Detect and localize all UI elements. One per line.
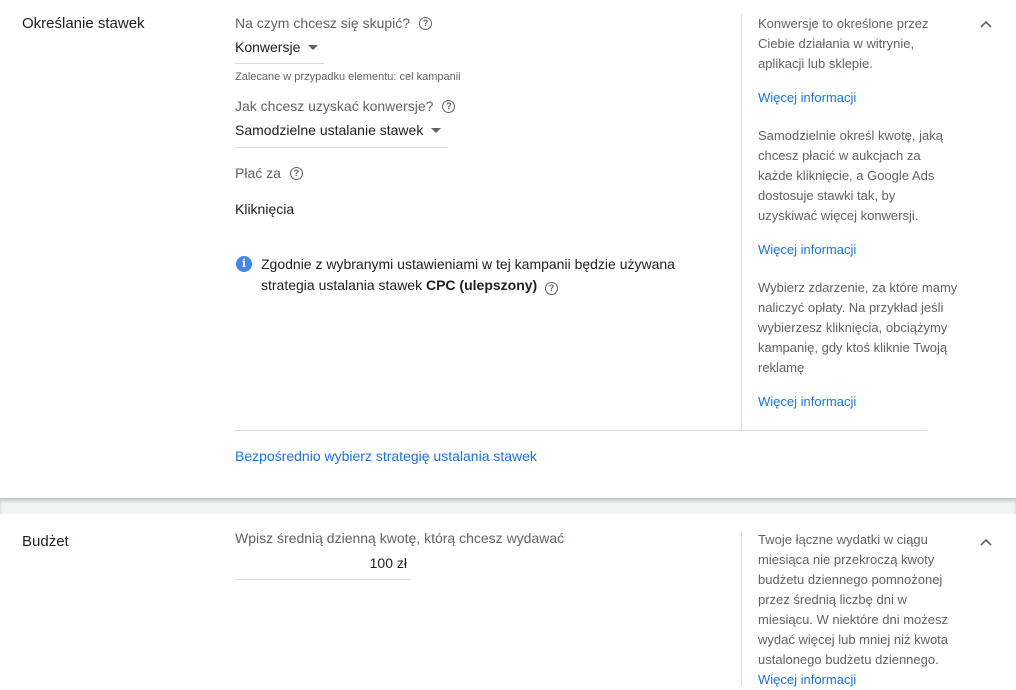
bidding-section-title: Określanie stawek	[22, 15, 145, 32]
strategy-name: CPC (ulepszony)	[425, 277, 538, 293]
learn-more-link[interactable]: Więcej informacji	[758, 90, 856, 105]
info-icon: i	[236, 256, 252, 272]
how-dropdown-underline	[235, 147, 448, 148]
help-circle-icon[interactable]: ?	[442, 99, 456, 113]
side-help-budget-text: Twoje łączne wydatki w ciągu miesiąca ni…	[758, 532, 949, 667]
section-divider	[235, 430, 927, 431]
budget-input-underline	[235, 579, 411, 580]
pay-value: Kliknięcia	[235, 201, 295, 217]
focus-dropdown-value: Konwersje	[235, 39, 301, 55]
how-label-text: Jak chcesz uzyskać konwersje?	[235, 98, 434, 114]
focus-dropdown[interactable]: Konwersje	[235, 39, 319, 55]
budget-input-label: Wpisz średnią dzienną kwotę, którą chces…	[235, 530, 565, 546]
chevron-up-icon[interactable]	[980, 19, 992, 31]
direct-strategy-link[interactable]: Bezpośrednio wybierz strategię ustalania…	[235, 448, 537, 464]
strategy-info: i Zgodnie z wybranymi ustawieniami w tej…	[236, 254, 706, 296]
side-help-conversions: Konwersje to określone przez Ciebie dzia…	[758, 16, 929, 71]
focus-label-text: Na czym chcesz się skupić?	[235, 15, 411, 31]
help-circle-icon[interactable]: ?	[419, 16, 433, 30]
pay-label-text: Płać za	[235, 165, 281, 181]
help-circle-icon[interactable]: ?	[289, 166, 303, 180]
focus-hint: Zalecane w przypadku elementu: cel kampa…	[235, 71, 461, 83]
how-dropdown-value: Samodzielne ustalanie stawek	[235, 122, 424, 138]
chevron-up-icon[interactable]	[980, 537, 992, 549]
strategy-info-text: Zgodnie z wybranymi ustawieniami w tej k…	[261, 254, 706, 296]
focus-dropdown-underline	[235, 63, 324, 64]
bidding-section: Określanie stawek Na czym chcesz się sku…	[0, 0, 1016, 498]
budget-input[interactable]: 100 zł	[235, 555, 407, 571]
section-gap	[0, 498, 1016, 515]
side-divider	[741, 14, 742, 430]
side-help-manual-bidding: Samodzielnie określ kwotę, jaką chcesz p…	[758, 128, 943, 223]
side-divider	[741, 532, 742, 687]
budget-section: Budżet Wpisz średnią dzienną kwotę, któr…	[0, 514, 1016, 687]
budget-section-title: Budżet	[22, 533, 69, 550]
side-help-budget: Twoje łączne wydatki w ciągu miesiąca ni…	[758, 530, 958, 690]
focus-label: Na czym chcesz się skupić? ?	[235, 15, 433, 31]
learn-more-link[interactable]: Więcej informacji	[758, 672, 856, 687]
learn-more-link[interactable]: Więcej informacji	[758, 242, 856, 257]
pay-label: Płać za ?	[235, 165, 303, 181]
caret-down-icon	[431, 127, 442, 133]
help-circle-icon[interactable]: ?	[545, 282, 558, 295]
side-help-pay-for: Wybierz zdarzenie, za które mamy naliczy…	[758, 280, 958, 375]
how-label: Jak chcesz uzyskać konwersje? ?	[235, 98, 456, 114]
how-dropdown[interactable]: Samodzielne ustalanie stawek	[235, 122, 442, 138]
caret-down-icon	[308, 44, 319, 50]
learn-more-link[interactable]: Więcej informacji	[758, 394, 856, 409]
